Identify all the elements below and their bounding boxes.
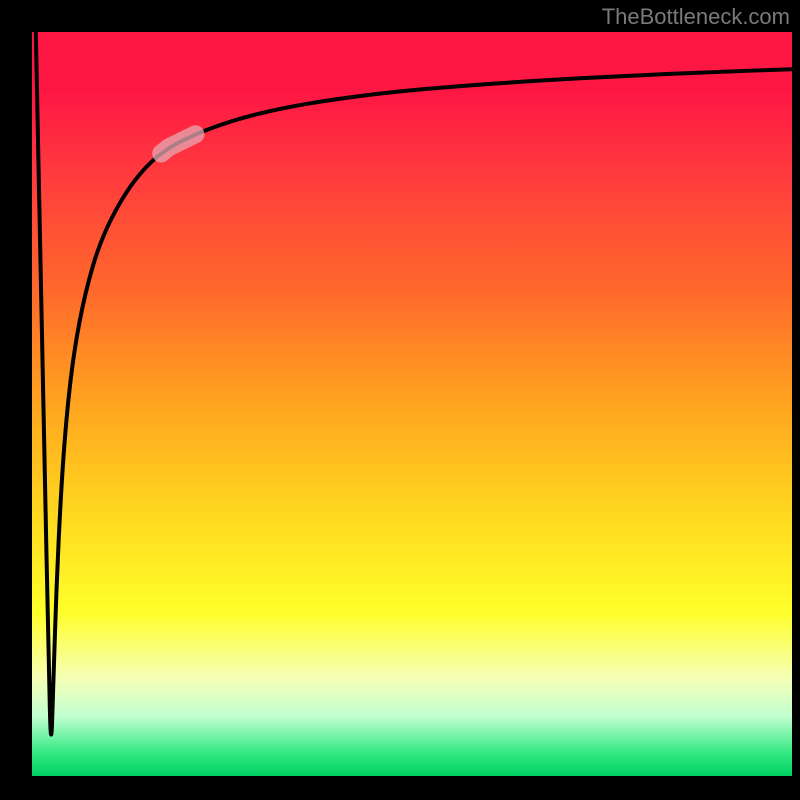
bottleneck-curve-chart <box>0 0 800 800</box>
gradient-plot-area <box>32 32 792 776</box>
watermark-text: TheBottleneck.com <box>602 4 790 30</box>
chart-container: TheBottleneck.com <box>0 0 800 800</box>
